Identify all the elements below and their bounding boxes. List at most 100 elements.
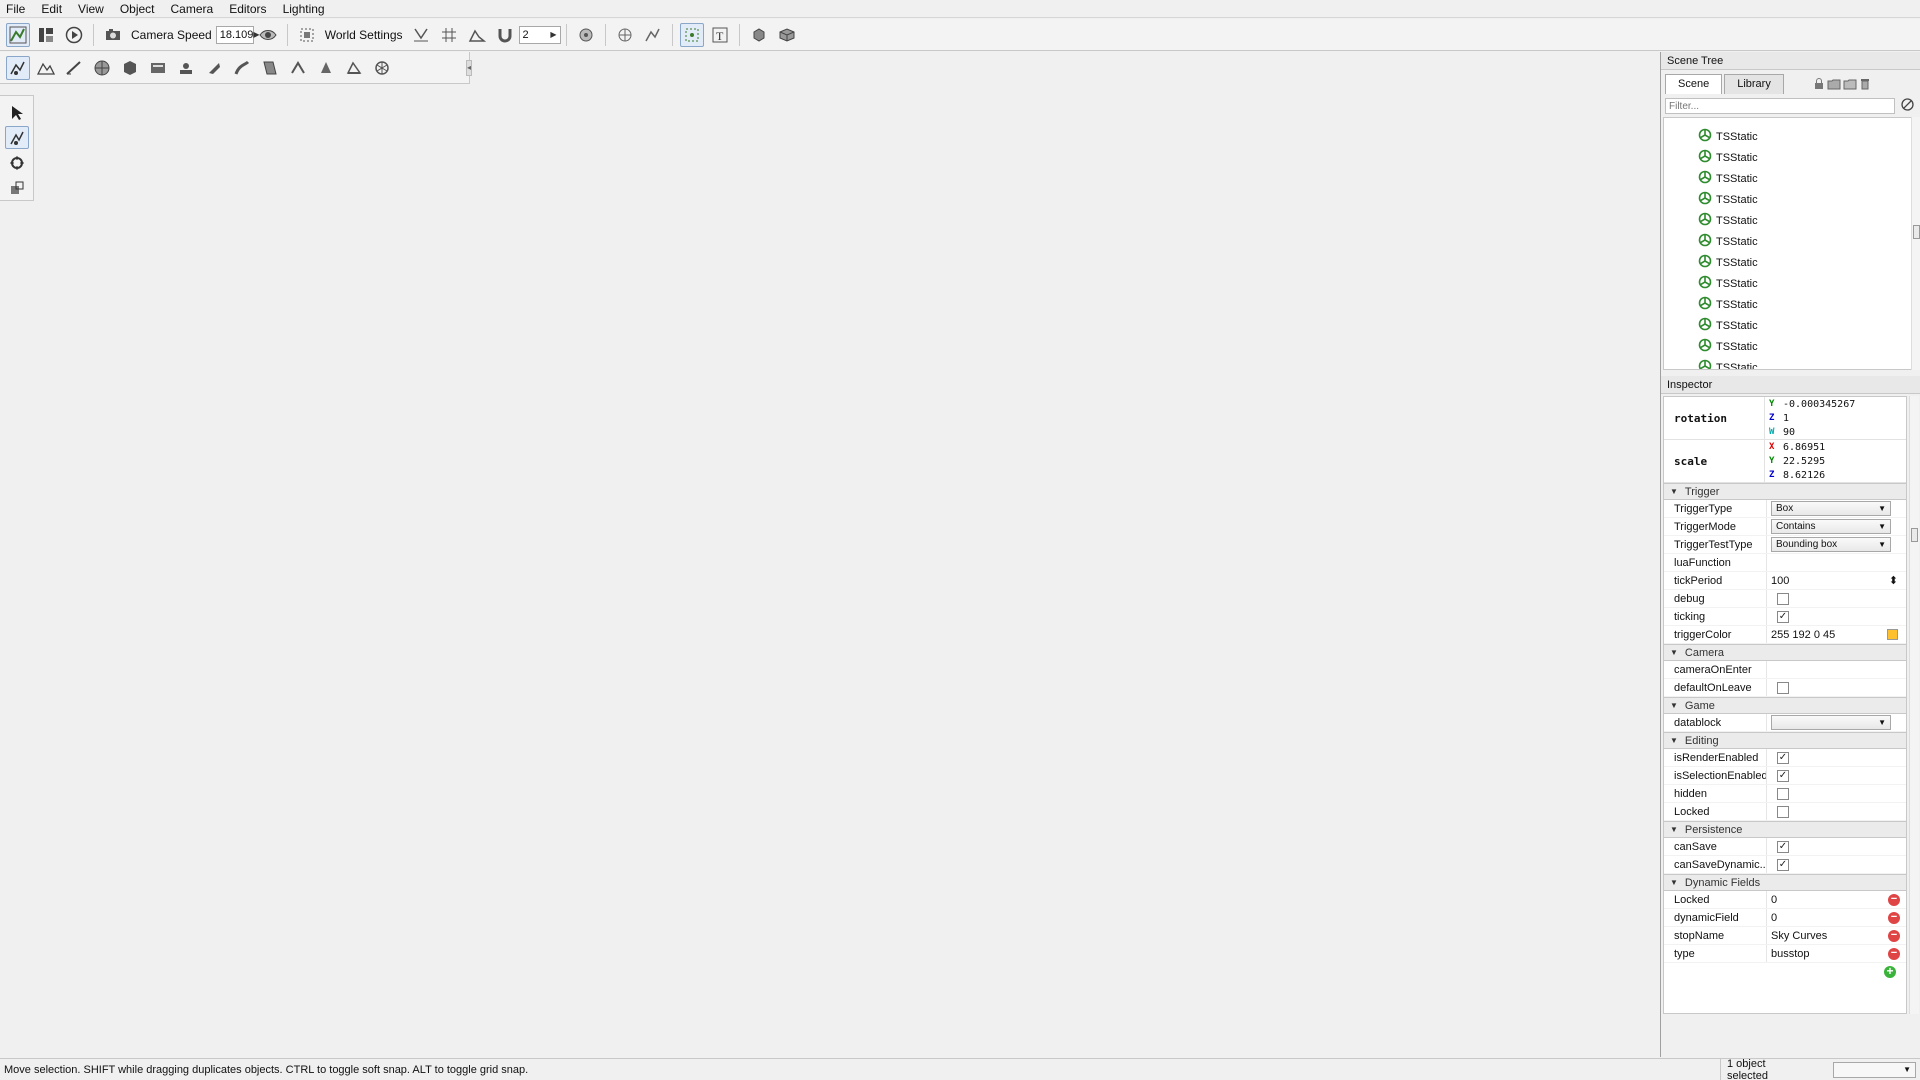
lua-function-input[interactable] bbox=[1766, 554, 1906, 571]
menu-editors[interactable]: Editors bbox=[221, 0, 274, 18]
collapse-triangle-icon[interactable]: ▼ bbox=[1670, 878, 1678, 887]
drop-object-icon[interactable] bbox=[747, 23, 771, 47]
rotation-z-row[interactable]: Z1 bbox=[1765, 411, 1906, 425]
select-arrow-icon[interactable] bbox=[5, 101, 29, 124]
scrollbar-thumb[interactable] bbox=[1911, 528, 1918, 542]
rotation-z-value[interactable]: 1 bbox=[1783, 413, 1789, 424]
tree-item[interactable]: TSStatic bbox=[1664, 273, 1914, 294]
trigger-type-dropdown[interactable]: Box ▼ bbox=[1771, 501, 1891, 516]
dynamic-field-value[interactable]: 0 bbox=[1771, 894, 1777, 906]
scene-filter-input[interactable] bbox=[1665, 98, 1895, 114]
tab-scene[interactable]: Scene bbox=[1665, 74, 1723, 94]
scene-tree-scrollbar[interactable] bbox=[1911, 117, 1920, 370]
menu-camera[interactable]: Camera bbox=[163, 0, 222, 18]
world-settings-label[interactable]: World Settings bbox=[325, 28, 403, 42]
grid-snap-icon[interactable] bbox=[437, 23, 461, 47]
object-editor-icon[interactable] bbox=[6, 55, 30, 80]
collapse-triangle-icon[interactable]: ▼ bbox=[1670, 487, 1678, 496]
text-label-icon[interactable]: T bbox=[708, 23, 732, 47]
scale-z-row[interactable]: Z 8.62126 bbox=[1765, 468, 1906, 482]
move-tool-icon[interactable] bbox=[4, 126, 29, 149]
menu-file[interactable]: File bbox=[0, 0, 33, 18]
scrollbar-thumb[interactable] bbox=[1913, 225, 1920, 239]
field-label[interactable]: Locked bbox=[1664, 894, 1766, 906]
terrain-painter-icon[interactable] bbox=[62, 56, 86, 80]
tree-item[interactable]: TSStatic bbox=[1664, 147, 1914, 168]
field-label[interactable]: dynamicField bbox=[1664, 912, 1766, 924]
scale-z-value[interactable]: 8.62126 bbox=[1783, 470, 1825, 481]
can-save-checkbox[interactable]: ✓ bbox=[1777, 840, 1789, 853]
section-camera[interactable]: ▼ Camera bbox=[1664, 644, 1906, 661]
lock-icon[interactable] bbox=[1813, 78, 1825, 93]
tree-item[interactable]: TSStatic bbox=[1664, 168, 1914, 189]
datablock-dropdown[interactable]: ▼ bbox=[1771, 715, 1891, 730]
section-dynamic-fields[interactable]: ▼ Dynamic Fields bbox=[1664, 874, 1906, 891]
rotate-tool-icon[interactable] bbox=[5, 151, 29, 174]
camera-on-enter-input[interactable] bbox=[1766, 661, 1906, 678]
menu-edit[interactable]: Edit bbox=[33, 0, 70, 18]
dynamic-field-value[interactable]: busstop bbox=[1771, 948, 1810, 960]
drop-at-camera-icon[interactable] bbox=[775, 23, 799, 47]
remove-field-icon[interactable]: − bbox=[1888, 947, 1900, 960]
delete-bin-icon[interactable] bbox=[1859, 78, 1871, 93]
stepper-icon[interactable]: ⬍ bbox=[1889, 574, 1898, 587]
scale-tool-icon[interactable] bbox=[5, 176, 29, 199]
field-label[interactable]: stopName bbox=[1664, 930, 1766, 942]
remove-field-icon[interactable]: − bbox=[1888, 893, 1900, 906]
dynamic-field-value[interactable]: 0 bbox=[1771, 912, 1777, 924]
scene-tree-list[interactable]: TSStatic TSStatic TSStatic TSStatic TSStatic… bbox=[1663, 117, 1915, 370]
palette-grip-handle[interactable]: ◂ bbox=[466, 60, 472, 76]
fit-view-icon[interactable] bbox=[295, 23, 319, 47]
play-icon[interactable] bbox=[62, 23, 86, 47]
world-editor-icon[interactable] bbox=[6, 22, 30, 47]
section-persistence[interactable]: ▼ Persistence bbox=[1664, 821, 1906, 838]
collapse-triangle-icon[interactable]: ▼ bbox=[1670, 736, 1678, 745]
object-center-icon[interactable] bbox=[574, 23, 598, 47]
terrain-snap-icon[interactable] bbox=[465, 23, 489, 47]
camera-speed-field[interactable]: 18.109 ▶ bbox=[215, 25, 260, 44]
trigger-color-input[interactable]: 255 192 0 45 bbox=[1771, 629, 1835, 641]
trigger-mode-dropdown[interactable]: Contains ▼ bbox=[1771, 519, 1891, 534]
road-editor-icon[interactable] bbox=[230, 56, 254, 80]
add-field-icon[interactable]: + bbox=[1884, 965, 1896, 978]
datablock-editor-icon[interactable] bbox=[146, 56, 170, 80]
selection-box-icon[interactable] bbox=[679, 22, 704, 47]
local-transform-icon[interactable] bbox=[641, 23, 665, 47]
new-folder-icon[interactable] bbox=[1827, 78, 1841, 93]
grid-size-field[interactable]: 2 ▶ bbox=[518, 25, 561, 44]
rotation-y-value[interactable]: -0.000345267 bbox=[1783, 399, 1855, 410]
3d-viewport[interactable] bbox=[0, 52, 1660, 1057]
rotation-y-row[interactable]: Y -0.000345267 bbox=[1765, 397, 1906, 411]
tree-item[interactable]: TSStatic bbox=[1664, 252, 1914, 273]
rotation-w-row[interactable]: W 90 bbox=[1765, 425, 1906, 439]
world-transform-icon[interactable] bbox=[613, 23, 637, 47]
inspector-scrollbar[interactable] bbox=[1909, 396, 1919, 1014]
tree-item[interactable]: TSStatic bbox=[1664, 231, 1914, 252]
tree-item[interactable]: TSStatic bbox=[1664, 294, 1914, 315]
chevron-right-icon[interactable]: ▶ bbox=[550, 30, 556, 39]
can-save-dynamic-checkbox[interactable]: ✓ bbox=[1777, 858, 1789, 871]
convex-editor-icon[interactable] bbox=[370, 56, 394, 80]
decal-editor-icon[interactable] bbox=[202, 56, 226, 80]
snap-to-ground-icon[interactable] bbox=[409, 23, 433, 47]
status-dropdown[interactable]: ▼ bbox=[1833, 1061, 1916, 1078]
scale-x-value[interactable]: 6.86951 bbox=[1783, 442, 1825, 453]
menu-object[interactable]: Object bbox=[112, 0, 163, 18]
locked-checkbox[interactable] bbox=[1777, 805, 1789, 818]
collapse-triangle-icon[interactable]: ▼ bbox=[1670, 648, 1678, 657]
dynamic-field-value[interactable]: Sky Curves bbox=[1771, 930, 1827, 942]
navmesh-editor-icon[interactable] bbox=[342, 56, 366, 80]
magnet-icon[interactable] bbox=[493, 23, 517, 47]
material-editor-icon[interactable] bbox=[90, 56, 114, 80]
debug-checkbox[interactable] bbox=[1777, 592, 1789, 605]
tree-item[interactable]: TSStatic bbox=[1664, 315, 1914, 336]
default-on-leave-checkbox[interactable] bbox=[1777, 681, 1789, 694]
terrain-editor-icon[interactable] bbox=[34, 56, 58, 80]
river-editor-icon[interactable] bbox=[258, 56, 282, 80]
is-selection-enabled-checkbox[interactable]: ✓ bbox=[1777, 769, 1789, 782]
editor-layout-icon[interactable] bbox=[34, 23, 58, 47]
field-label[interactable]: type bbox=[1664, 948, 1766, 960]
shape-editor-icon[interactable] bbox=[118, 56, 142, 80]
collapse-triangle-icon[interactable]: ▼ bbox=[1670, 701, 1678, 710]
scale-y-row[interactable]: Y 22.5295 bbox=[1765, 454, 1906, 468]
